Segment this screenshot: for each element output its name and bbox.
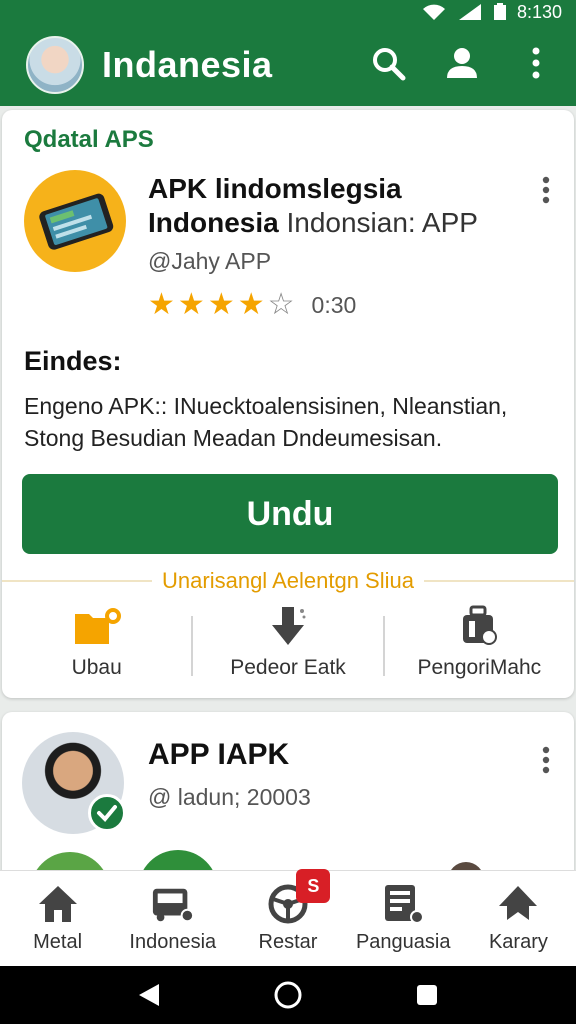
more-vert-icon (542, 746, 550, 774)
status-time: 8:130 (516, 1, 562, 22)
star-icon: ★ (207, 288, 235, 321)
download-arrow-icon (264, 604, 312, 648)
quick-action-pengorimahc[interactable]: PengoriMahc (385, 604, 574, 684)
overflow-menu-button[interactable] (516, 45, 556, 85)
nav-item-panguasia[interactable]: Panguasia (346, 871, 461, 966)
nav-label: Karary (488, 931, 548, 953)
person-icon (445, 46, 479, 85)
verified-badge (88, 794, 126, 832)
page-title: Indanesia (102, 44, 273, 85)
nav-label: Restar (258, 931, 318, 953)
star-icon: ★ (177, 288, 205, 321)
signal-icon (457, 3, 483, 21)
quick-action-label: Ubau (71, 656, 122, 679)
nav-label: Metal (33, 931, 83, 953)
recents-button[interactable] (407, 975, 447, 1015)
card-subtitle: @ ladun; 20003 (148, 784, 311, 810)
rating: ★ ★ ★ ★ ☆ 0:30 (148, 290, 356, 320)
search-button[interactable] (368, 45, 408, 85)
install-button[interactable]: Undu (22, 474, 558, 554)
system-navigation-bar (0, 966, 576, 1024)
luggage-icon (455, 604, 503, 648)
app-name: APK lindomslegsia Indonesia Indonsian: A… (148, 172, 518, 240)
divider-label: Unarisangl Aelentgn Sliua (162, 568, 414, 593)
battery-icon (493, 3, 507, 21)
rating-value: 0:30 (311, 291, 357, 318)
section-divider: Unarisangl Aelentgn Sliua (2, 566, 574, 596)
back-button[interactable] (129, 975, 169, 1015)
recents-square-icon (416, 985, 437, 1005)
notification-badge: S (296, 869, 331, 903)
app-bar: Indanesia (0, 24, 576, 106)
nav-item-metal[interactable]: Metal (0, 871, 115, 966)
description-text: Engeno APK:: INuecktoalensisinen, Nleans… (24, 393, 508, 451)
app-icon[interactable] (24, 170, 126, 272)
divider (2, 580, 153, 582)
app-name-rest: Indonsian: APP (286, 207, 478, 238)
nav-label: Indonesia (129, 931, 217, 953)
more-vert-icon (531, 47, 541, 84)
back-triangle-icon (139, 984, 160, 1006)
home-button[interactable] (268, 975, 308, 1015)
card-menu-button[interactable] (540, 746, 552, 774)
phone-icon (39, 193, 114, 250)
star-icon: ★ (148, 288, 175, 321)
quick-action-label: PengoriMahc (417, 656, 542, 679)
house-roof-icon (496, 883, 540, 925)
quick-action-ubau[interactable]: Ubau (2, 604, 191, 684)
status-bar: 8:130 (0, 0, 576, 24)
bottom-navigation: Metal Indonesia S Restar Panguasia Karar… (0, 869, 576, 966)
search-icon (370, 45, 406, 86)
account-button[interactable] (442, 45, 482, 85)
top-actions (368, 45, 556, 85)
bus-icon (151, 883, 195, 925)
folder-icon (73, 604, 121, 648)
document-icon (381, 883, 425, 925)
quick-action-pedeor-eatk[interactable]: Pedeor Eatk (193, 604, 382, 684)
avatar[interactable] (26, 36, 84, 94)
home-icon (36, 883, 80, 925)
developer-name[interactable]: @Jahy APP (148, 248, 271, 275)
quick-action-label: Pedeor Eatk (230, 656, 346, 679)
nav-item-indonesia[interactable]: Indonesia (115, 871, 230, 966)
card-menu-button[interactable] (540, 176, 552, 204)
nav-item-restar[interactable]: S Restar (230, 869, 345, 966)
check-icon (97, 805, 117, 822)
star-outline-icon: ☆ (267, 288, 295, 321)
card-title: APP IAPK (148, 738, 290, 771)
wifi-icon (421, 3, 447, 21)
section-title: Qdatal APS (24, 126, 154, 153)
divider (423, 580, 574, 582)
nav-label: Panguasia (355, 931, 451, 953)
nav-item-karary[interactable]: Karary (461, 871, 576, 966)
quick-actions: Ubau Pedeor Eatk PengoriMahc (2, 604, 574, 684)
home-circle-icon (274, 981, 302, 1009)
app-detail-card: Qdatal APS APK lindomslegsia Indonesia I… (2, 110, 574, 698)
description-heading: Eindes: (24, 346, 122, 376)
more-vert-icon (542, 176, 550, 204)
star-icon: ★ (237, 288, 265, 321)
